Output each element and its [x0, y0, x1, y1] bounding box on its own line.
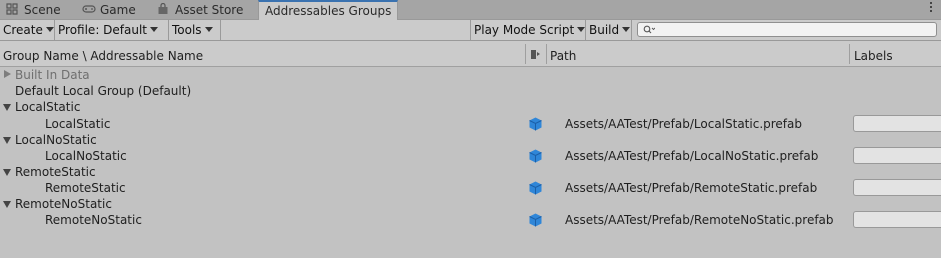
build-label: Build: [589, 23, 620, 37]
entry-path: Assets/AATest/Prefab/RemoteStatic.prefab: [565, 181, 818, 195]
entry-path: Assets/AATest/Prefab/LocalStatic.prefab: [565, 117, 802, 131]
gamepad-icon: [82, 2, 96, 14]
entry-name: LocalNoStatic: [45, 149, 127, 163]
chevron-down-icon: [622, 27, 631, 32]
profile-label: Profile: Default: [58, 23, 148, 37]
group-name: RemoteNoStatic: [15, 197, 112, 211]
create-dropdown[interactable]: Create: [0, 20, 55, 40]
collapse-arrow-icon[interactable]: [3, 104, 11, 111]
entry-name: RemoteStatic: [45, 181, 126, 195]
tree-row-group[interactable]: Default Local Group (Default): [0, 83, 941, 99]
chevron-down-icon: [45, 27, 54, 32]
column-divider: [525, 44, 526, 64]
tab-game-label: Game: [100, 3, 136, 17]
group-name: RemoteStatic: [15, 165, 96, 179]
tools-dropdown[interactable]: Tools: [169, 20, 221, 40]
prefab-icon: [529, 149, 542, 163]
tab-game[interactable]: Game: [82, 1, 136, 20]
tree-row-entry[interactable]: RemoteStatic Assets/AATest/Prefab/Remote…: [0, 179, 941, 196]
prefab-icon: [529, 117, 542, 131]
toolbar: Create Profile: Default Tools Play Mode …: [0, 20, 941, 41]
group-name: Default Local Group (Default): [15, 84, 192, 98]
tab-asset-store-label: Asset Store: [175, 3, 244, 17]
column-header: Group Name \ Addressable Name Path Label…: [0, 41, 941, 67]
window-menu-icon[interactable]: [930, 2, 933, 14]
column-divider: [546, 44, 547, 64]
column-group-name[interactable]: Group Name \ Addressable Name: [3, 49, 203, 63]
tab-scene[interactable]: Scene: [6, 1, 61, 20]
group-name: LocalNoStatic: [15, 133, 97, 147]
grid-icon: [6, 2, 20, 15]
entry-path: Assets/AATest/Prefab/LocalNoStatic.prefa…: [565, 149, 819, 163]
labels-dropdown[interactable]: [853, 179, 941, 196]
labels-dropdown[interactable]: [853, 147, 941, 164]
chevron-down-icon: [204, 27, 213, 32]
entry-name: LocalStatic: [45, 117, 111, 131]
tools-label: Tools: [172, 23, 202, 37]
search-icon: [643, 25, 655, 34]
prefab-icon: [529, 181, 542, 195]
collapse-arrow-icon[interactable]: [3, 201, 11, 208]
collapse-arrow-icon[interactable]: [3, 169, 11, 176]
tree-row-group[interactable]: LocalNoStatic: [0, 132, 941, 148]
labels-dropdown[interactable]: [853, 115, 941, 132]
tree-row-group[interactable]: RemoteNoStatic: [0, 196, 941, 212]
column-labels[interactable]: Labels: [854, 49, 893, 63]
chevron-down-icon: [577, 27, 586, 32]
asset-type-icon[interactable]: [531, 48, 541, 63]
tree-row-entry[interactable]: LocalNoStatic Assets/AATest/Prefab/Local…: [0, 147, 941, 164]
tree-row-group[interactable]: Built In Data: [0, 67, 941, 83]
labels-dropdown[interactable]: [853, 211, 941, 228]
tab-scene-label: Scene: [24, 3, 61, 17]
column-divider: [849, 44, 850, 64]
play-mode-script-dropdown[interactable]: Play Mode Script: [470, 20, 586, 40]
entry-name: RemoteNoStatic: [45, 213, 142, 227]
group-name: LocalStatic: [15, 100, 81, 114]
group-name: Built In Data: [15, 68, 90, 82]
tree-row-group[interactable]: RemoteStatic: [0, 164, 941, 180]
expand-arrow-icon[interactable]: [4, 70, 11, 78]
tab-addressables-groups[interactable]: Addressables Groups: [258, 0, 399, 21]
prefab-icon: [529, 213, 542, 227]
bag-icon: [157, 2, 171, 14]
play-mode-script-label: Play Mode Script: [474, 23, 575, 37]
create-label: Create: [3, 23, 43, 37]
window-tab-bar: Scene Game Asset Store Addressables Grou…: [0, 0, 941, 21]
profile-dropdown[interactable]: Profile: Default: [55, 20, 169, 40]
tree-row-entry[interactable]: LocalStatic Assets/AATest/Prefab/LocalSt…: [0, 115, 941, 132]
entry-path: Assets/AATest/Prefab/RemoteNoStatic.pref…: [565, 213, 834, 227]
tree-row-group[interactable]: LocalStatic: [0, 99, 941, 115]
collapse-arrow-icon[interactable]: [3, 137, 11, 144]
search-field[interactable]: [637, 22, 937, 37]
build-dropdown[interactable]: Build: [586, 20, 632, 40]
tab-asset-store[interactable]: Asset Store: [157, 1, 243, 20]
column-path[interactable]: Path: [550, 49, 576, 63]
tree-row-entry[interactable]: RemoteNoStatic Assets/AATest/Prefab/Remo…: [0, 211, 941, 228]
tab-addressables-groups-label: Addressables Groups: [265, 4, 392, 18]
chevron-down-icon: [150, 27, 159, 32]
